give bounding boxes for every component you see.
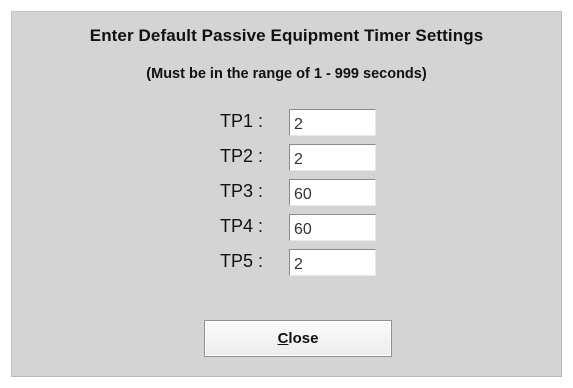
tp5-input[interactable] xyxy=(289,249,376,276)
timer-settings-dialog: Enter Default Passive Equipment Timer Se… xyxy=(11,11,562,377)
tp1-input[interactable] xyxy=(289,109,376,136)
close-button[interactable]: Close xyxy=(204,320,392,357)
close-button-label: lose xyxy=(288,330,319,347)
tp1-label: TP1 : xyxy=(220,111,264,131)
tp2-input[interactable] xyxy=(289,144,376,171)
tp3-input[interactable] xyxy=(289,179,376,206)
tp4-input[interactable] xyxy=(289,214,376,241)
tp4-label: TP4 : xyxy=(220,216,264,236)
tp2-label: TP2 : xyxy=(220,146,264,166)
tp5-label: TP5 : xyxy=(220,251,264,271)
dialog-subtitle: (Must be in the range of 1 - 999 seconds… xyxy=(146,66,427,82)
tp3-label: TP3 : xyxy=(220,181,264,201)
close-button-mnemonic: C xyxy=(277,330,289,347)
dialog-title: Enter Default Passive Equipment Timer Se… xyxy=(89,26,484,45)
